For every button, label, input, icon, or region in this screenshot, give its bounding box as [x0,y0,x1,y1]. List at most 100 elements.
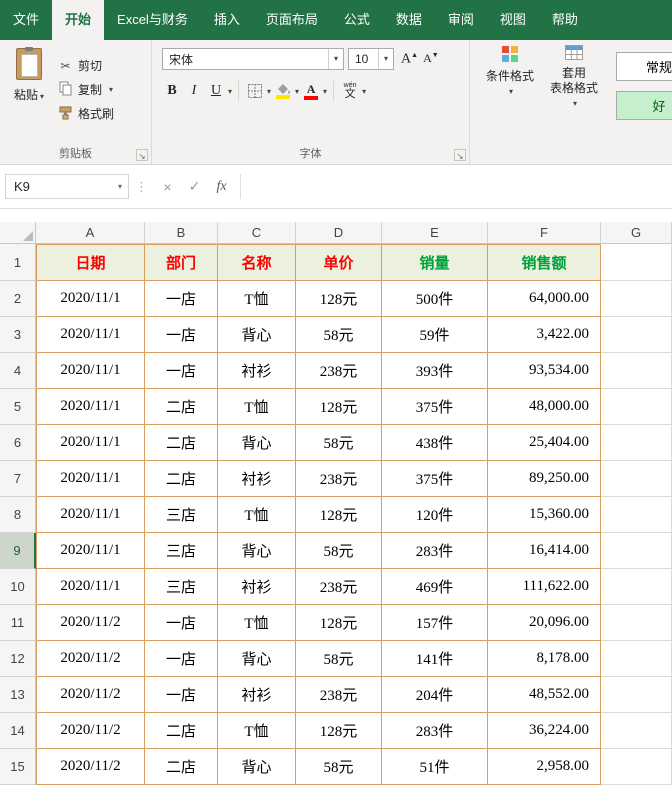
tab-开始[interactable]: 开始 [52,0,105,40]
cell[interactable]: T恤 [218,497,296,533]
cell[interactable]: 日期 [36,244,145,281]
column-header-C[interactable]: C [218,222,296,244]
cell[interactable]: 25,404.00 [488,425,601,461]
cell[interactable]: T恤 [218,281,296,317]
chevron-down-icon[interactable]: ▾ [295,87,299,96]
cell[interactable]: 128元 [296,389,382,425]
cell[interactable]: 469件 [382,569,488,605]
cell[interactable] [601,749,672,785]
cell[interactable]: 157件 [382,605,488,641]
cell[interactable]: 二店 [145,461,218,497]
cell[interactable]: 111,622.00 [488,569,601,605]
cell[interactable]: 背心 [218,425,296,461]
cell[interactable]: 89,250.00 [488,461,601,497]
cell[interactable]: 93,534.00 [488,353,601,389]
cell[interactable]: 2020/11/2 [36,713,145,749]
cell[interactable] [601,497,672,533]
chevron-down-icon[interactable]: ▾ [112,182,128,191]
cell[interactable]: 2020/11/1 [36,461,145,497]
cell[interactable]: 一店 [145,641,218,677]
cell[interactable] [601,605,672,641]
cell[interactable]: 58元 [296,425,382,461]
cell[interactable]: 三店 [145,533,218,569]
cell[interactable]: 238元 [296,569,382,605]
cell[interactable]: 2020/11/1 [36,425,145,461]
cell[interactable]: 衬衫 [218,677,296,713]
insert-function-icon[interactable]: fx [208,174,235,199]
row-header-6[interactable]: 6 [0,425,36,461]
cell[interactable]: 2020/11/2 [36,641,145,677]
phonetic-guide-button[interactable]: wén 文 ▾ [340,79,366,103]
font-name-combo[interactable]: 宋体 ▾ [162,48,344,70]
row-header-3[interactable]: 3 [0,317,36,353]
cell[interactable]: 58元 [296,317,382,353]
tab-公式[interactable]: 公式 [331,0,383,40]
row-header-9[interactable]: 9 [0,533,36,569]
cut-button[interactable]: ✂ 剪切 [58,57,114,74]
conditional-formatting-button[interactable]: 条件格式 ▾ [478,45,542,120]
row-header-7[interactable]: 7 [0,461,36,497]
cell[interactable]: 二店 [145,425,218,461]
format-painter-button[interactable]: 格式刷 [58,105,114,122]
drag-handle-icon[interactable]: ⋮ [135,179,148,195]
cell[interactable]: 2020/11/1 [36,353,145,389]
cell[interactable]: 20,096.00 [488,605,601,641]
row-header-12[interactable]: 12 [0,641,36,677]
cell[interactable]: 64,000.00 [488,281,601,317]
tab-文件[interactable]: 文件 [0,0,52,40]
row-header-8[interactable]: 8 [0,497,36,533]
cell[interactable]: 一店 [145,281,218,317]
cell[interactable]: 128元 [296,281,382,317]
cell[interactable]: 衬衫 [218,461,296,497]
cell[interactable]: 48,000.00 [488,389,601,425]
row-header-15[interactable]: 15 [0,749,36,785]
cell[interactable]: 15,360.00 [488,497,601,533]
cell[interactable]: 衬衫 [218,353,296,389]
format-as-table-button[interactable]: 套用 表格格式 ▾ [542,45,606,120]
tab-视图[interactable]: 视图 [487,0,539,40]
cell[interactable]: 二店 [145,713,218,749]
chevron-down-icon[interactable]: ▾ [323,87,327,96]
tab-插入[interactable]: 插入 [201,0,253,40]
cell[interactable]: 128元 [296,605,382,641]
fill-color-button[interactable]: ▾ [273,79,299,103]
style-good[interactable]: 好 [616,91,672,120]
cell[interactable] [601,389,672,425]
cell[interactable] [601,569,672,605]
cell[interactable]: 背心 [218,533,296,569]
row-header-5[interactable]: 5 [0,389,36,425]
cell[interactable]: 背心 [218,641,296,677]
cell[interactable]: 单价 [296,244,382,281]
cell[interactable]: 销量 [382,244,488,281]
copy-button[interactable]: 复制 ▾ [58,81,114,98]
cell[interactable]: 2020/11/1 [36,389,145,425]
cell[interactable]: T恤 [218,605,296,641]
cell[interactable]: T恤 [218,713,296,749]
cell[interactable] [601,713,672,749]
clipboard-dialog-launcher-icon[interactable]: ↘ [136,149,148,161]
cell[interactable]: 2020/11/2 [36,677,145,713]
cell[interactable]: 48,552.00 [488,677,601,713]
font-dialog-launcher-icon[interactable]: ↘ [454,149,466,161]
cell[interactable]: 2020/11/2 [36,605,145,641]
row-header-13[interactable]: 13 [0,677,36,713]
cell[interactable]: 128元 [296,497,382,533]
cell[interactable]: 三店 [145,497,218,533]
cell[interactable]: 393件 [382,353,488,389]
cell[interactable]: 238元 [296,461,382,497]
cell[interactable] [601,425,672,461]
row-header-2[interactable]: 2 [0,281,36,317]
cell[interactable]: 二店 [145,389,218,425]
cell[interactable]: 部门 [145,244,218,281]
cancel-icon[interactable]: × [154,174,181,199]
name-box[interactable]: K9 ▾ [5,174,129,199]
cell[interactable]: 128元 [296,713,382,749]
cell[interactable]: 2,958.00 [488,749,601,785]
cell[interactable]: 2020/11/1 [36,569,145,605]
cell[interactable]: 背心 [218,317,296,353]
cell[interactable]: 141件 [382,641,488,677]
select-all-corner[interactable] [0,222,36,244]
cell[interactable]: 59件 [382,317,488,353]
cell[interactable]: 283件 [382,533,488,569]
cell[interactable]: 二店 [145,749,218,785]
